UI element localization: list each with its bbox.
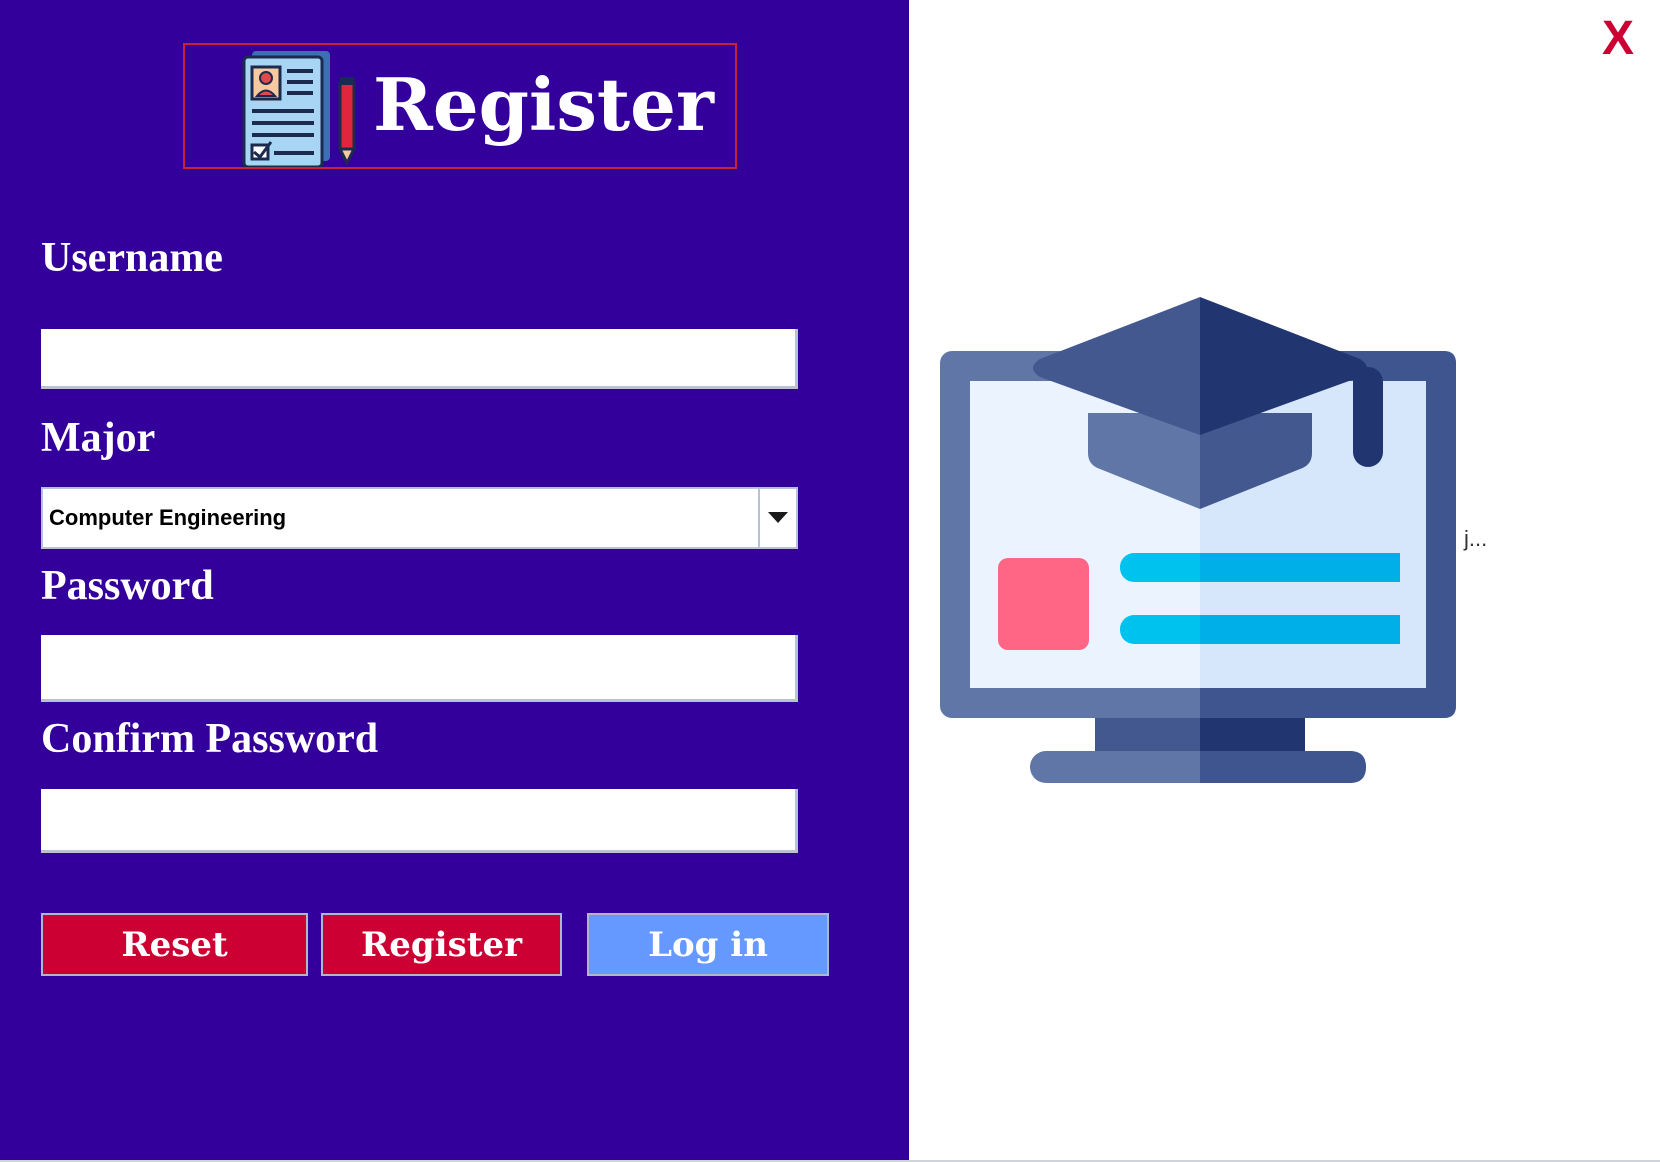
username-input[interactable]: [41, 329, 798, 389]
register-button[interactable]: Register: [321, 913, 562, 976]
registration-form-icon: [242, 51, 357, 167]
online-education-monitor-icon: [940, 297, 1456, 783]
major-label: Major: [41, 415, 156, 461]
chevron-down-icon: [768, 512, 788, 523]
dropdown-arrow-button[interactable]: [758, 489, 796, 547]
username-label: Username: [41, 235, 223, 281]
password-input[interactable]: [41, 635, 798, 702]
register-panel: Register Username Major Computer Enginee…: [0, 0, 909, 1162]
confirm-password-input[interactable]: [41, 789, 798, 853]
major-select[interactable]: Computer Engineering: [41, 487, 798, 549]
login-button[interactable]: Log in: [587, 913, 829, 976]
password-label: Password: [41, 563, 214, 609]
major-selected-value: Computer Engineering: [49, 505, 287, 530]
confirm-password-label: Confirm Password: [41, 716, 379, 762]
close-button[interactable]: X: [1596, 10, 1640, 68]
register-header: Register: [183, 43, 737, 169]
register-title: Register: [373, 62, 714, 147]
reset-button[interactable]: Reset: [41, 913, 308, 976]
truncated-label: j...: [1464, 526, 1488, 551]
